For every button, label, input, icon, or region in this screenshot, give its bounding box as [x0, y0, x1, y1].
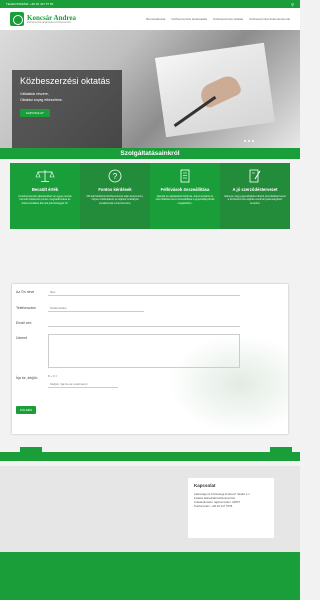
service-text: Mit kell feltétlenül közbeszerzés útján …	[86, 195, 144, 205]
logo-icon	[10, 12, 24, 26]
phone-info: TELEFONSZÁM: +36 20 417 57 56	[6, 2, 54, 6]
message-label: Üzenet	[16, 336, 28, 340]
service-card[interactable]: A jó szerződéstervezet Hiányos vagy jogs…	[220, 163, 290, 229]
service-text: Ajánlati és ajánlattételi felhívás, doku…	[155, 195, 215, 205]
service-card[interactable]: Becsült érték A közbeszerzési eljárásokb…	[10, 163, 80, 229]
contact-form: Az Ön neve Telefonszám Email cím Üzenet …	[12, 284, 288, 434]
service-text: Hiányos vagy jogszabályba ütköző szerződ…	[224, 195, 286, 205]
email-field[interactable]	[48, 320, 240, 327]
logo[interactable]: Koncsár Andrea közbeszerzési tanácsadó é…	[10, 12, 76, 26]
nav-item-dokumentumok[interactable]: Közbeszerzési dokumentumok	[249, 17, 290, 21]
service-card[interactable]: ? Fontos kérdések Mit kell feltétlenül k…	[80, 163, 150, 229]
phone-label: Telefonszám	[16, 306, 36, 310]
slider-dots[interactable]	[244, 140, 254, 142]
hero-slider: Közbeszerzési oktatás Vállalatok részére…	[0, 30, 300, 148]
hero-caption: Közbeszerzési oktatás Vállalatok részére…	[12, 70, 122, 148]
footer-bottom	[0, 552, 300, 600]
slider-dot[interactable]	[252, 140, 254, 142]
slider-dot[interactable]	[244, 140, 246, 142]
hero-title: Közbeszerzési oktatás	[20, 76, 111, 86]
services-title: Szolgáltatásainkról	[0, 148, 300, 159]
search-icon[interactable]: ⚲	[291, 2, 294, 7]
contact-line: Telefonszám: +36 20 417 5756	[194, 504, 233, 508]
service-card[interactable]: Felhívások összeállítása Ajánlati és ajá…	[150, 163, 220, 229]
services-row: Becsült érték A közbeszerzési eljárásokb…	[10, 163, 290, 229]
divider-tab	[270, 447, 292, 457]
captcha-field[interactable]	[48, 381, 118, 388]
nav-item-tanacsadas[interactable]: Közbeszerzési tanácsadás	[171, 17, 207, 21]
top-bar: TELEFONSZÁM: +36 20 417 57 56 ⚲	[0, 0, 300, 8]
logo-name: Koncsár Andrea	[27, 14, 76, 22]
slider-dot[interactable]	[248, 140, 250, 142]
divider-tab	[20, 447, 42, 457]
captcha-label: Írja be, kérjük:	[16, 376, 38, 380]
service-title: Felhívások összeállítása	[160, 187, 210, 192]
service-title: Becsült érték	[31, 187, 59, 192]
hero-contact-button[interactable]: KAPCSOLAT	[20, 109, 50, 117]
svg-text:?: ?	[113, 172, 118, 181]
hero-line-2: Oktatási anyag elkészítése.	[20, 98, 63, 102]
section-divider	[0, 447, 300, 461]
nav-item-bemutatkozas[interactable]: Bemutatkozás	[146, 17, 165, 21]
site-header: Koncsár Andrea közbeszerzési tanácsadó é…	[0, 8, 300, 30]
message-field[interactable]	[48, 334, 240, 368]
logo-subtitle: közbeszerzési tanácsadó és közbeszerzési	[27, 22, 72, 24]
service-text: A közbeszerzési eljárásokban az egyes ré…	[18, 195, 72, 205]
submit-button[interactable]: KÜLDÉS	[16, 406, 37, 414]
document-icon	[180, 169, 190, 183]
question-icon: ?	[108, 169, 122, 183]
service-title: A jó szerződéstervezet	[232, 187, 278, 192]
contact-box: Kapcsolat Lakossági és Közösségi Andrea …	[188, 478, 274, 538]
email-label: Email cím	[16, 321, 32, 325]
scales-icon	[35, 170, 55, 182]
edit-document-icon	[249, 169, 261, 183]
name-label: Az Ön neve	[16, 290, 35, 294]
name-field[interactable]	[48, 289, 240, 296]
contact-title: Kapcsolat	[194, 483, 216, 488]
main-nav: Bemutatkozás Közbeszerzési tanácsadás Kö…	[146, 17, 290, 21]
nav-item-oktatas[interactable]: Közbeszerzési oktatás	[213, 17, 243, 21]
phone-field[interactable]	[48, 305, 144, 312]
captcha-question: 8 + 0 =	[48, 374, 58, 378]
service-title: Fontos kérdések	[98, 187, 132, 192]
